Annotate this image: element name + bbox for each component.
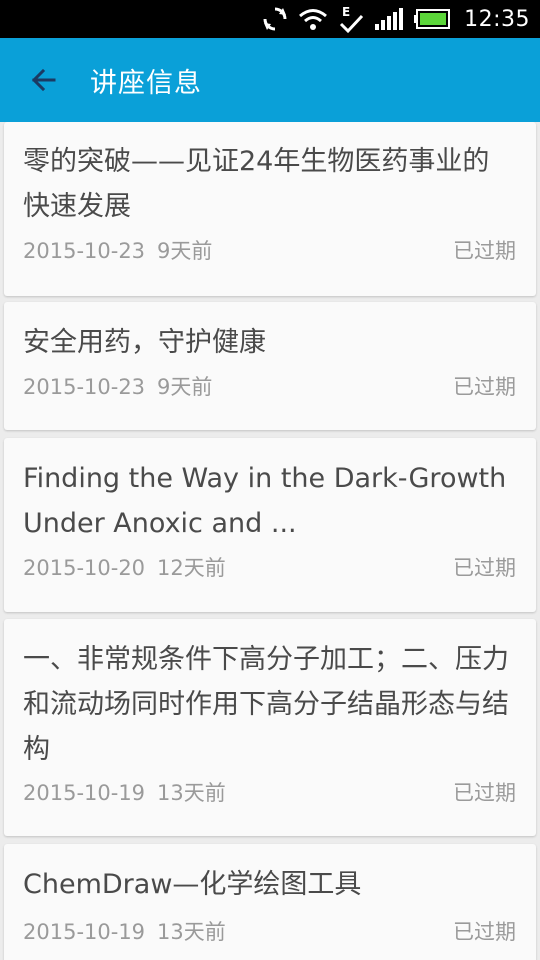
lecture-card[interactable]: Finding the Way in the Dark-Growth Under… — [4, 438, 536, 612]
lecture-list[interactable]: 零的突破——见证24年生物医药事业的快速发展 2015-10-23 9天前 已过期… — [0, 122, 540, 960]
lecture-card[interactable]: 零的突破——见证24年生物医药事业的快速发展 2015-10-23 9天前 已过期 — [4, 122, 536, 296]
lecture-title: Finding the Way in the Dark-Growth Under… — [23, 463, 507, 539]
lecture-card[interactable]: 安全用药，守护健康 2015-10-23 9天前 已过期 — [4, 302, 536, 430]
lecture-title: ChemDraw—化学绘图工具 — [23, 869, 362, 900]
app-bar: 讲座信息 — [0, 38, 540, 122]
status-bar: E 12:35 — [0, 0, 540, 38]
lecture-card[interactable]: 一、非常规条件下高分子加工；二、压力和流动场同时作用下高分子结晶形态与结构 20… — [4, 619, 536, 836]
lecture-meta: 2015-10-20 12天前 已过期 — [23, 552, 516, 582]
wifi-icon — [298, 7, 328, 31]
lecture-status: 已过期 — [453, 781, 516, 805]
lecture-meta: 2015-10-23 9天前 已过期 — [23, 235, 516, 265]
lecture-title: 零的突破——见证24年生物医药事业的快速发展 — [23, 146, 490, 222]
status-time: 12:35 — [464, 6, 530, 32]
lecture-status: 已过期 — [453, 556, 516, 580]
lecture-card[interactable]: ChemDraw—化学绘图工具 2015-10-19 13天前 已过期 — [4, 844, 536, 960]
lecture-ago: 9天前 — [157, 239, 213, 263]
lecture-date: 2015-10-23 — [23, 239, 146, 263]
sync-icon — [262, 6, 288, 32]
lecture-date: 2015-10-23 — [23, 375, 146, 399]
back-button[interactable] — [26, 63, 60, 97]
lecture-status: 已过期 — [453, 375, 516, 399]
lecture-meta: 2015-10-19 13天前 已过期 — [23, 916, 516, 946]
data-check-icon: E — [338, 4, 364, 34]
lecture-ago: 13天前 — [157, 920, 226, 944]
page-title: 讲座信息 — [90, 67, 202, 99]
lecture-date: 2015-10-20 — [23, 556, 146, 580]
lecture-status: 已过期 — [453, 239, 516, 263]
lecture-title: 一、非常规条件下高分子加工；二、压力和流动场同时作用下高分子结晶形态与结构 — [23, 644, 509, 765]
lecture-date: 2015-10-19 — [23, 920, 146, 944]
lecture-ago: 12天前 — [157, 556, 226, 580]
lecture-title: 安全用药，守护健康 — [23, 327, 266, 358]
lecture-ago: 9天前 — [157, 375, 213, 399]
lecture-meta: 2015-10-23 9天前 已过期 — [23, 371, 516, 401]
battery-icon — [414, 9, 451, 29]
svg-text:E: E — [342, 5, 350, 19]
signal-icon — [374, 8, 404, 30]
lecture-meta: 2015-10-19 13天前 已过期 — [23, 777, 516, 807]
lecture-status: 已过期 — [453, 920, 516, 944]
lecture-ago: 13天前 — [157, 781, 226, 805]
arrow-left-icon — [31, 68, 56, 92]
lecture-date: 2015-10-19 — [23, 781, 146, 805]
